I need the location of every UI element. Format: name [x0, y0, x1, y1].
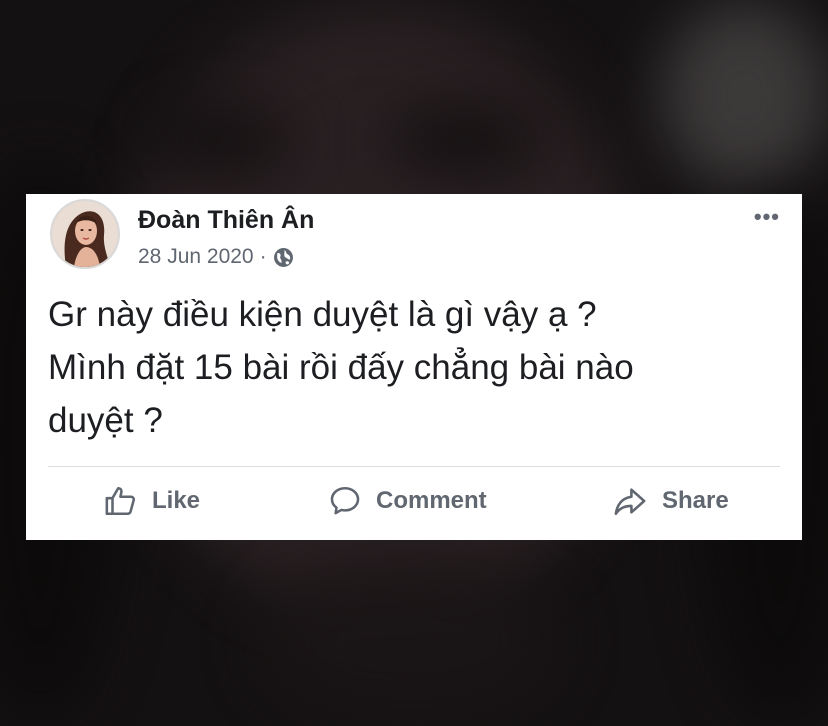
- like-button[interactable]: Like: [104, 484, 200, 518]
- post-timestamp[interactable]: 28 Jun 2020: [138, 245, 254, 269]
- post-body-text: Gr này điều kiện duyệt là gì vậy ạ ? Mìn…: [48, 288, 778, 447]
- facebook-post-card: Đoàn Thiên Ân 28 Jun 2020 · ••• Gr này đ…: [26, 194, 802, 540]
- comment-button-label: Comment: [376, 487, 487, 514]
- blurred-flower-shape: [660, 0, 828, 190]
- comment-icon: [330, 486, 360, 515]
- thumbs-up-icon: [105, 486, 136, 516]
- post-text-line: duyệt ?: [48, 401, 163, 440]
- globe-icon: [273, 247, 293, 267]
- like-button-label: Like: [152, 487, 201, 514]
- blurred-left-eye-shape: [150, 110, 290, 170]
- post-actions-bar: Like Comment Share: [26, 474, 802, 534]
- share-button[interactable]: Share: [612, 484, 729, 518]
- avatar-portrait-image: [52, 201, 118, 267]
- avatar[interactable]: [50, 199, 120, 269]
- meta-separator: ·: [259, 245, 267, 268]
- post-text-line: Gr này điều kiện duyệt là gì vậy ạ ?: [48, 295, 597, 334]
- share-arrow-icon: [614, 488, 646, 516]
- post-meta: 28 Jun 2020 ·: [138, 245, 294, 269]
- actions-divider: [48, 466, 780, 467]
- blurred-right-eye-shape: [390, 110, 540, 170]
- blurred-chin-shape: [260, 560, 560, 720]
- share-button-label: Share: [662, 487, 729, 514]
- more-options-icon[interactable]: •••: [754, 204, 780, 230]
- post-text-line: Mình đặt 15 bài rồi đấy chẳng bài nào: [48, 348, 634, 387]
- comment-button[interactable]: Comment: [328, 484, 487, 518]
- post-author-name[interactable]: Đoàn Thiên Ân: [138, 206, 314, 235]
